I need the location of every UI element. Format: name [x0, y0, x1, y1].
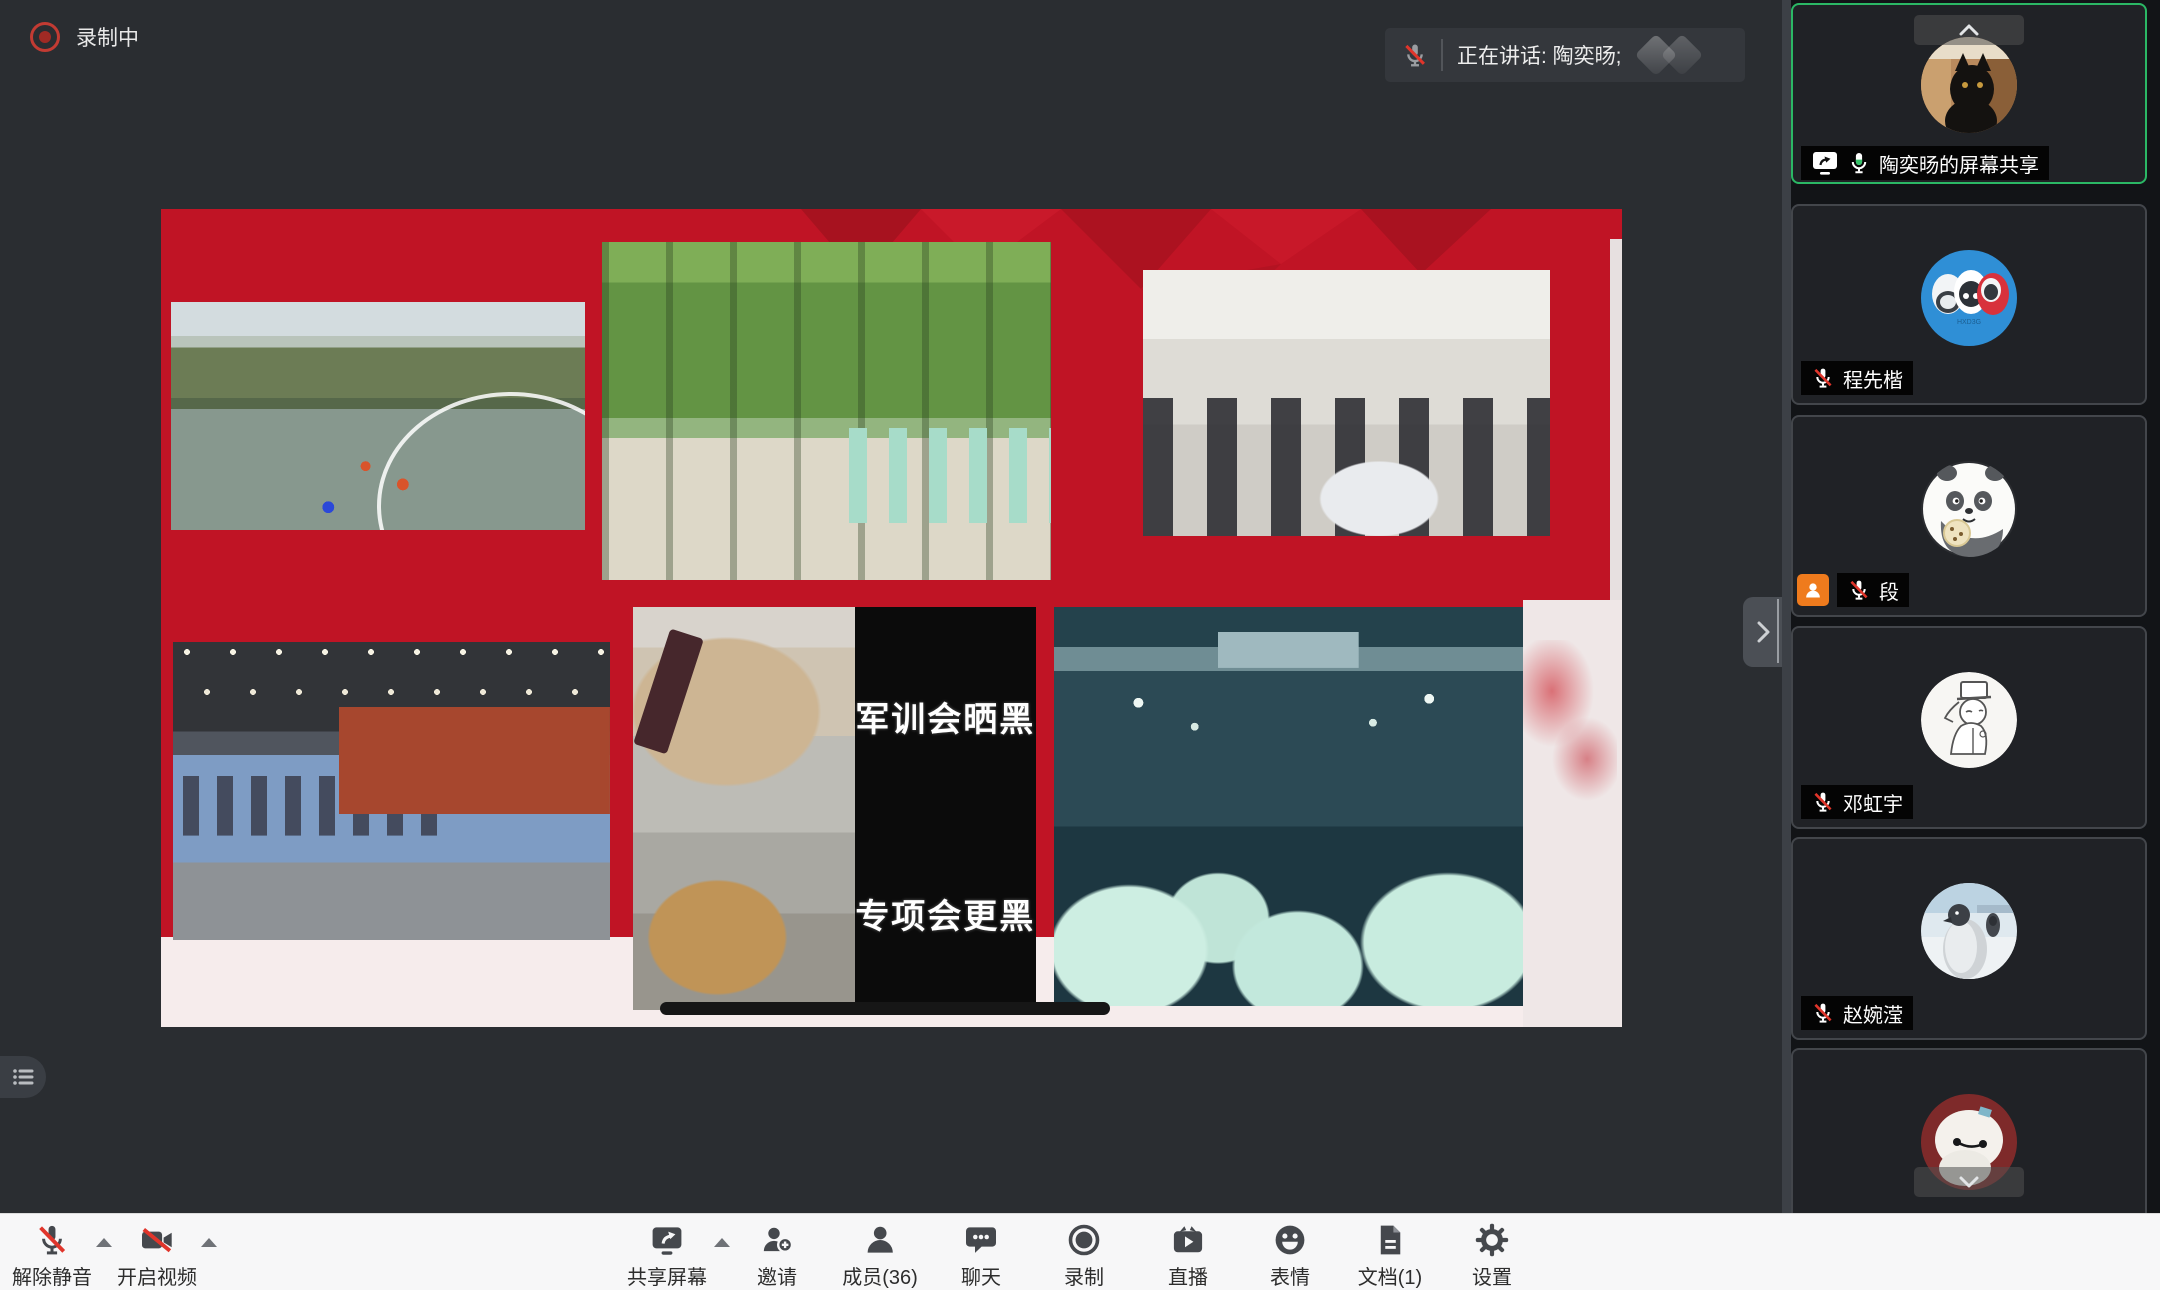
host-badge-icon: [1797, 574, 1829, 606]
avatar-cartoon-trains: HXD3G: [1921, 250, 2017, 346]
share-screen-button[interactable]: 共享屏幕: [627, 1222, 707, 1290]
meeting-window: 录制中 正在讲话: 陶奕旸;: [0, 0, 2160, 1290]
avatar-panda-cartoon: [1921, 461, 2017, 557]
record-button[interactable]: 录制: [1064, 1222, 1104, 1290]
mic-muted-icon: [34, 1222, 70, 1258]
participant-tile-partial[interactable]: [1791, 1048, 2147, 1213]
screen-share-icon: [1811, 150, 1839, 176]
record-dot-icon: [30, 22, 60, 52]
chevron-down-icon: [1957, 1174, 1981, 1190]
document-icon: [1372, 1222, 1408, 1258]
participants-scroll-up-button[interactable]: [1914, 15, 2024, 45]
photo-students-walking: [602, 242, 1051, 580]
recording-indicator: 录制中: [30, 22, 139, 52]
participant-label: 邓虹宇: [1801, 785, 1913, 819]
participant-name: 陶奕旸的屏幕共享: [1879, 149, 2039, 178]
participant-label: 陶奕旸的屏幕共享: [1801, 146, 2049, 180]
meme-text-panel: 军训会晒黑 专项会更黑: [855, 607, 1036, 1010]
emoji-label: 表情: [1270, 1261, 1310, 1290]
meme-caption-bottom: 专项会更黑: [855, 889, 1036, 938]
unmute-button[interactable]: 解除静音: [12, 1222, 92, 1290]
list-layout-icon: [9, 1063, 37, 1091]
live-button[interactable]: 直播: [1168, 1222, 1208, 1290]
docs-button[interactable]: 文档(1): [1358, 1222, 1422, 1290]
screen-share-icon: [649, 1222, 685, 1258]
share-screen-label: 共享屏幕: [627, 1261, 707, 1290]
photo-bus-selfie: [1054, 607, 1523, 1006]
layout-toggle-button[interactable]: [0, 1056, 46, 1098]
participants-scroll-down-button[interactable]: [1914, 1167, 2024, 1197]
participant-tile-taoyiyang[interactable]: 陶奕旸的屏幕共享: [1791, 3, 2147, 184]
svg-text:HXD3G: HXD3G: [1957, 319, 1981, 326]
participant-label: 段: [1797, 573, 1909, 607]
start-video-label: 开启视频: [117, 1261, 197, 1290]
members-label: 成员(36): [842, 1261, 918, 1290]
speaking-banner: 正在讲话: 陶奕旸;: [1385, 28, 1745, 82]
gear-icon: [1474, 1222, 1510, 1258]
participant-label: 程先楷: [1801, 361, 1913, 395]
live-label: 直播: [1168, 1261, 1208, 1290]
chat-button[interactable]: 聊天: [961, 1222, 1001, 1290]
sidebar-rail: [1782, 0, 1791, 1213]
speaking-label: 正在讲话: 陶奕旸;: [1457, 40, 1622, 70]
participant-name: 邓虹宇: [1843, 788, 1903, 817]
slide-horizontal-scrollbar[interactable]: [660, 1002, 1110, 1015]
unmute-label: 解除静音: [12, 1261, 92, 1290]
settings-label: 设置: [1472, 1261, 1512, 1290]
mic-muted-icon: [1811, 790, 1835, 814]
participant-tile-zhaowanying[interactable]: 赵婉滢: [1791, 837, 2147, 1040]
emoji-button[interactable]: 表情: [1270, 1222, 1310, 1290]
monkey-image: [633, 607, 855, 1010]
participant-label: 赵婉滢: [1801, 996, 1913, 1030]
participant-tile-duan[interactable]: 段: [1791, 415, 2147, 617]
mic-muted-icon: [1811, 1001, 1835, 1025]
participant-name: 段: [1879, 576, 1899, 605]
mic-muted-icon: [1811, 366, 1835, 390]
camera-muted-icon: [138, 1222, 176, 1258]
chevron-right-icon: [1752, 619, 1774, 645]
photo-auditorium: [173, 642, 610, 940]
pink-splash-decoration: [1517, 640, 1617, 810]
photo-basketball-court: [171, 302, 585, 530]
participant-tile-denghongyu[interactable]: 邓虹宇: [1791, 626, 2147, 829]
invite-button[interactable]: 邀请: [757, 1222, 797, 1290]
docs-label: 文档(1): [1358, 1261, 1422, 1290]
chat-label: 聊天: [961, 1261, 1001, 1290]
avatar-black-cat: [1921, 37, 2017, 133]
photo-monkey-meme: 军训会晒黑 专项会更黑: [633, 607, 1036, 1010]
meeting-watermark-icon: [1623, 36, 1723, 76]
mic-muted-icon: [1847, 578, 1871, 602]
mic-muted-icon: [1401, 41, 1429, 69]
meme-caption-top: 军训会晒黑: [855, 692, 1036, 741]
members-button[interactable]: 成员(36): [842, 1222, 918, 1290]
bottom-toolbar: 解除静音 开启视频 共享屏幕: [0, 1213, 2160, 1290]
divider: [1441, 39, 1443, 71]
smiley-icon: [1272, 1222, 1308, 1258]
video-options-caret[interactable]: [201, 1238, 217, 1247]
chevron-up-icon: [1957, 22, 1981, 38]
settings-button[interactable]: 设置: [1472, 1222, 1512, 1290]
shared-screen-slide: 军训会晒黑 专项会更黑: [161, 209, 1622, 1027]
avatar-penguin-photo: [1921, 883, 2017, 979]
slide-pale-right-column: [1523, 600, 1622, 1027]
participant-tile-chengxiankai[interactable]: HXD3G 程先楷: [1791, 204, 2147, 405]
record-circle-icon: [1066, 1222, 1102, 1258]
participants-sidebar: 陶奕旸的屏幕共享 HXD3G: [1782, 0, 2160, 1213]
share-options-caret[interactable]: [714, 1238, 730, 1247]
participant-name: 程先楷: [1843, 364, 1903, 393]
recording-label: 录制中: [76, 22, 139, 52]
photo-registration-table: [1143, 270, 1550, 536]
mic-active-icon: [1847, 151, 1871, 175]
members-person-icon: [862, 1222, 898, 1258]
start-video-button[interactable]: 开启视频: [117, 1222, 197, 1290]
invite-label: 邀请: [757, 1261, 797, 1290]
live-tv-icon: [1170, 1222, 1206, 1258]
invite-person-plus-icon: [759, 1222, 795, 1258]
record-label: 录制: [1064, 1261, 1104, 1290]
chat-bubble-icon: [963, 1222, 999, 1258]
mic-options-caret[interactable]: [96, 1238, 112, 1247]
participant-name: 赵婉滢: [1843, 999, 1903, 1028]
avatar-tophat-sketch: [1921, 672, 2017, 768]
slide-pale-right-sliver: [1610, 239, 1622, 600]
